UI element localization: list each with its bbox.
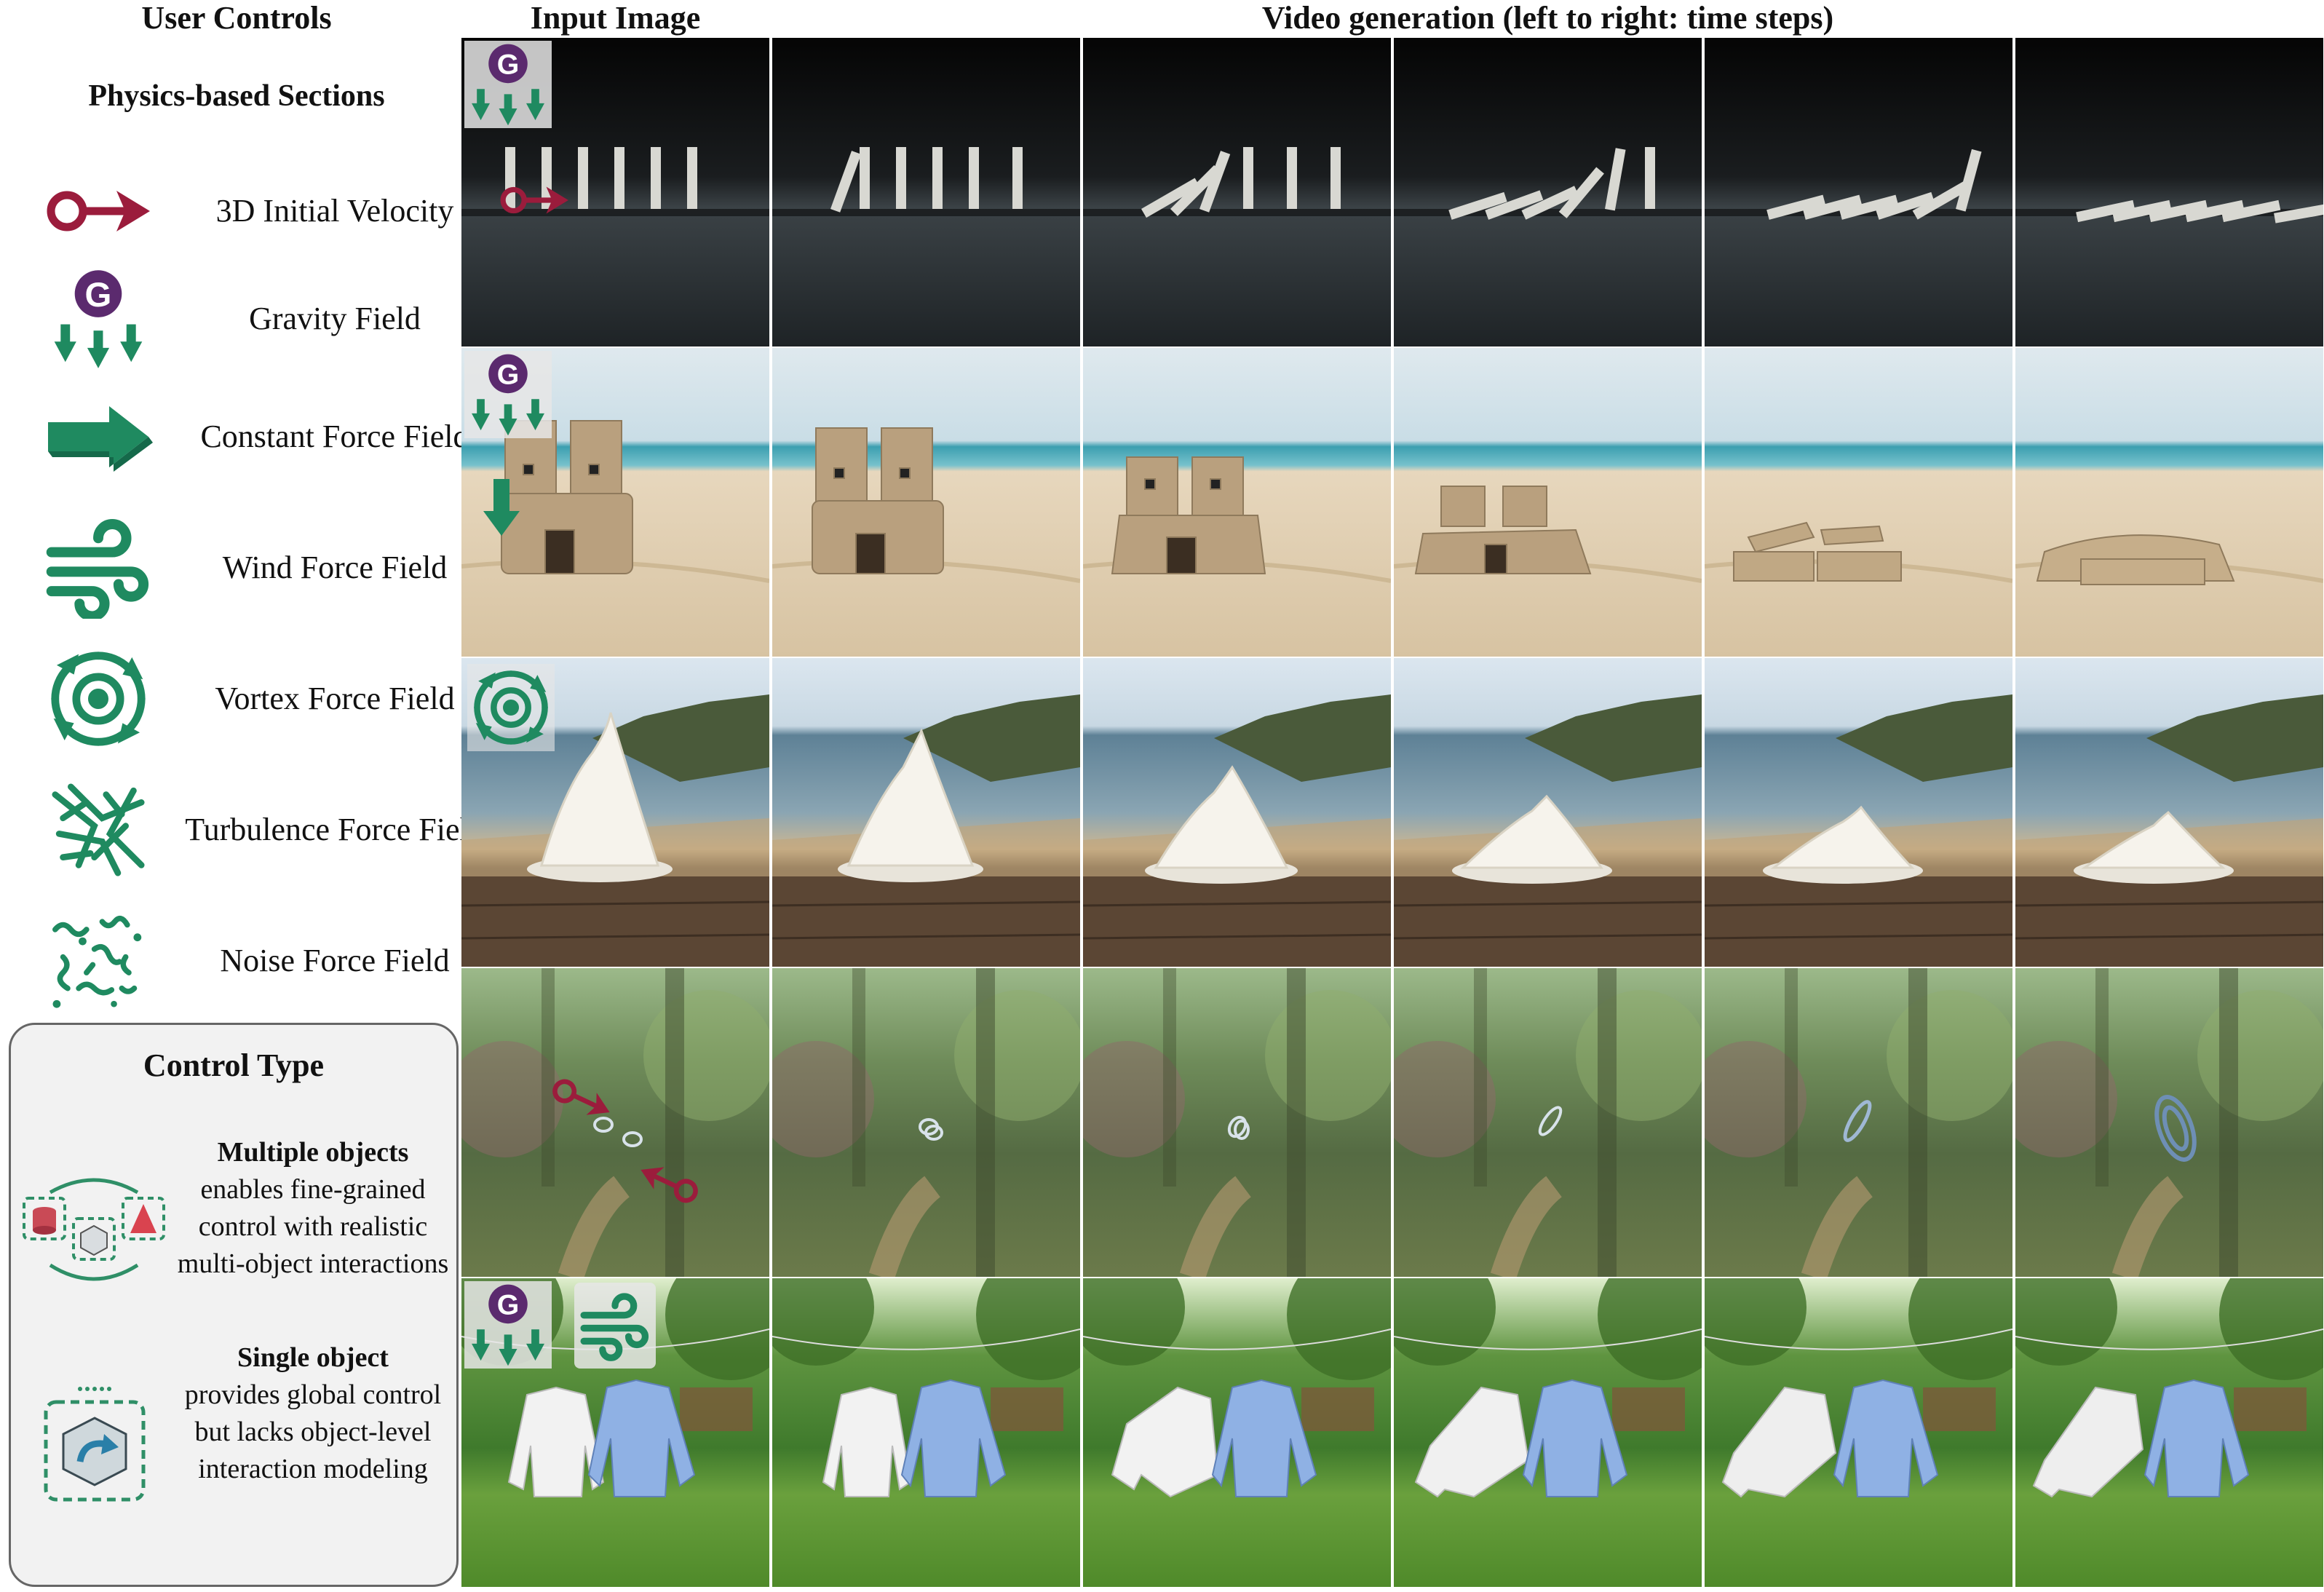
- frame-sandcastle-1: [772, 348, 1080, 657]
- wind-icon: [574, 1283, 656, 1369]
- multiple-objects-description: Multiple objects enables fine-grained co…: [171, 1134, 455, 1283]
- row-shirts: [461, 1278, 2324, 1588]
- frame-rings-2: [1083, 968, 1391, 1277]
- initial-velocity-icon: [44, 160, 153, 262]
- frame-cream-3: [1394, 658, 1702, 967]
- frame-shirts-2: [1083, 1278, 1391, 1587]
- single-object-heading: Single object: [237, 1342, 389, 1373]
- single-object-icon: [44, 1387, 146, 1502]
- frame-rings-3: [1394, 968, 1702, 1277]
- gravity-icon: [464, 41, 552, 128]
- control-label: Noise Force Field: [220, 943, 450, 978]
- row-sandcastle: [461, 348, 2324, 658]
- multiple-objects-icon: [23, 1178, 165, 1281]
- control-label: Turbulence Force Field: [185, 812, 485, 847]
- wind-icon: [44, 517, 153, 619]
- physics-section-title: Physics-based Sections: [88, 79, 385, 113]
- control-label: Vortex Force Field: [215, 681, 455, 716]
- frame-sandcastle-3: [1394, 348, 1702, 657]
- gravity-icon: [464, 351, 552, 438]
- vortex-icon: [467, 664, 555, 751]
- row-glass-rings: [461, 968, 2324, 1278]
- frame-dominoes-1: [772, 38, 1080, 346]
- frame-dominoes-3: [1394, 38, 1702, 346]
- frame-cream-1: [772, 658, 1080, 967]
- gravity-icon: [44, 268, 153, 370]
- frame-shirts-4: [1705, 1278, 2012, 1587]
- frame-cream-4: [1705, 658, 2012, 967]
- control-label: Gravity Field: [249, 301, 421, 336]
- frame-dominoes-4: [1705, 38, 2012, 346]
- frame-sandcastle-5: [2015, 348, 2323, 657]
- frame-sandcastle-4: [1705, 348, 2012, 657]
- row-whipped-cream: [461, 658, 2324, 968]
- video-frames-grid: [461, 38, 2324, 1592]
- constant-force-icon: [44, 386, 153, 488]
- control-item-gravity: Gravity Field: [29, 261, 451, 377]
- control-type-box: Control Type Multiple objects enables fi…: [9, 1023, 459, 1587]
- control-item-turbulence-force: Turbulence Force Field: [29, 772, 485, 888]
- frame-dominoes-5: [2015, 38, 2323, 346]
- frame-dominoes-2: [1083, 38, 1391, 346]
- frame-rings-4: [1705, 968, 2012, 1277]
- frame-shirts-3: [1394, 1278, 1702, 1587]
- gravity-icon: [464, 1281, 552, 1369]
- control-type-title: Control Type: [143, 1048, 325, 1083]
- control-item-constant-force: Constant Force Field: [29, 379, 469, 495]
- control-item-vortex-force: Vortex Force Field: [29, 641, 455, 757]
- constant-force-icon: [483, 479, 520, 536]
- control-item-noise-force: Noise Force Field: [29, 903, 451, 1019]
- control-label: Constant Force Field: [200, 419, 469, 454]
- noise-icon: [44, 910, 153, 1012]
- frame-rings-5: [2015, 968, 2323, 1277]
- control-item-wind-force: Wind Force Field: [29, 510, 451, 626]
- frame-cream-5: [2015, 658, 2323, 967]
- single-object-description: Single object provides global control bu…: [171, 1339, 455, 1488]
- video-generation-header: Video generation (left to right: time st…: [1261, 0, 1834, 36]
- user-controls-panel: Physics-based Sections 3D Initial Veloci…: [0, 0, 485, 1592]
- multiple-objects-heading: Multiple objects: [217, 1137, 409, 1168]
- turbulence-icon: [44, 779, 153, 881]
- single-object-text: provides global control but lacks object…: [184, 1379, 442, 1484]
- frame-rings-1: [772, 968, 1080, 1277]
- frame-rings-input: [461, 968, 769, 1277]
- frame-sandcastle-2: [1083, 348, 1391, 657]
- frame-cream-2: [1083, 658, 1391, 967]
- vortex-icon: [44, 648, 153, 750]
- input-image-header: Input Image: [530, 0, 701, 36]
- control-item-initial-velocity: 3D Initial Velocity: [29, 153, 453, 269]
- initial-velocity-icon: [498, 176, 571, 224]
- control-label: Wind Force Field: [222, 550, 448, 585]
- multiple-objects-text: enables fine-grained control with realis…: [177, 1174, 449, 1279]
- control-label: 3D Initial Velocity: [215, 193, 454, 229]
- frame-shirts-1: [772, 1278, 1080, 1587]
- row-dominoes: [461, 38, 2324, 348]
- frame-shirts-5: [2015, 1278, 2323, 1587]
